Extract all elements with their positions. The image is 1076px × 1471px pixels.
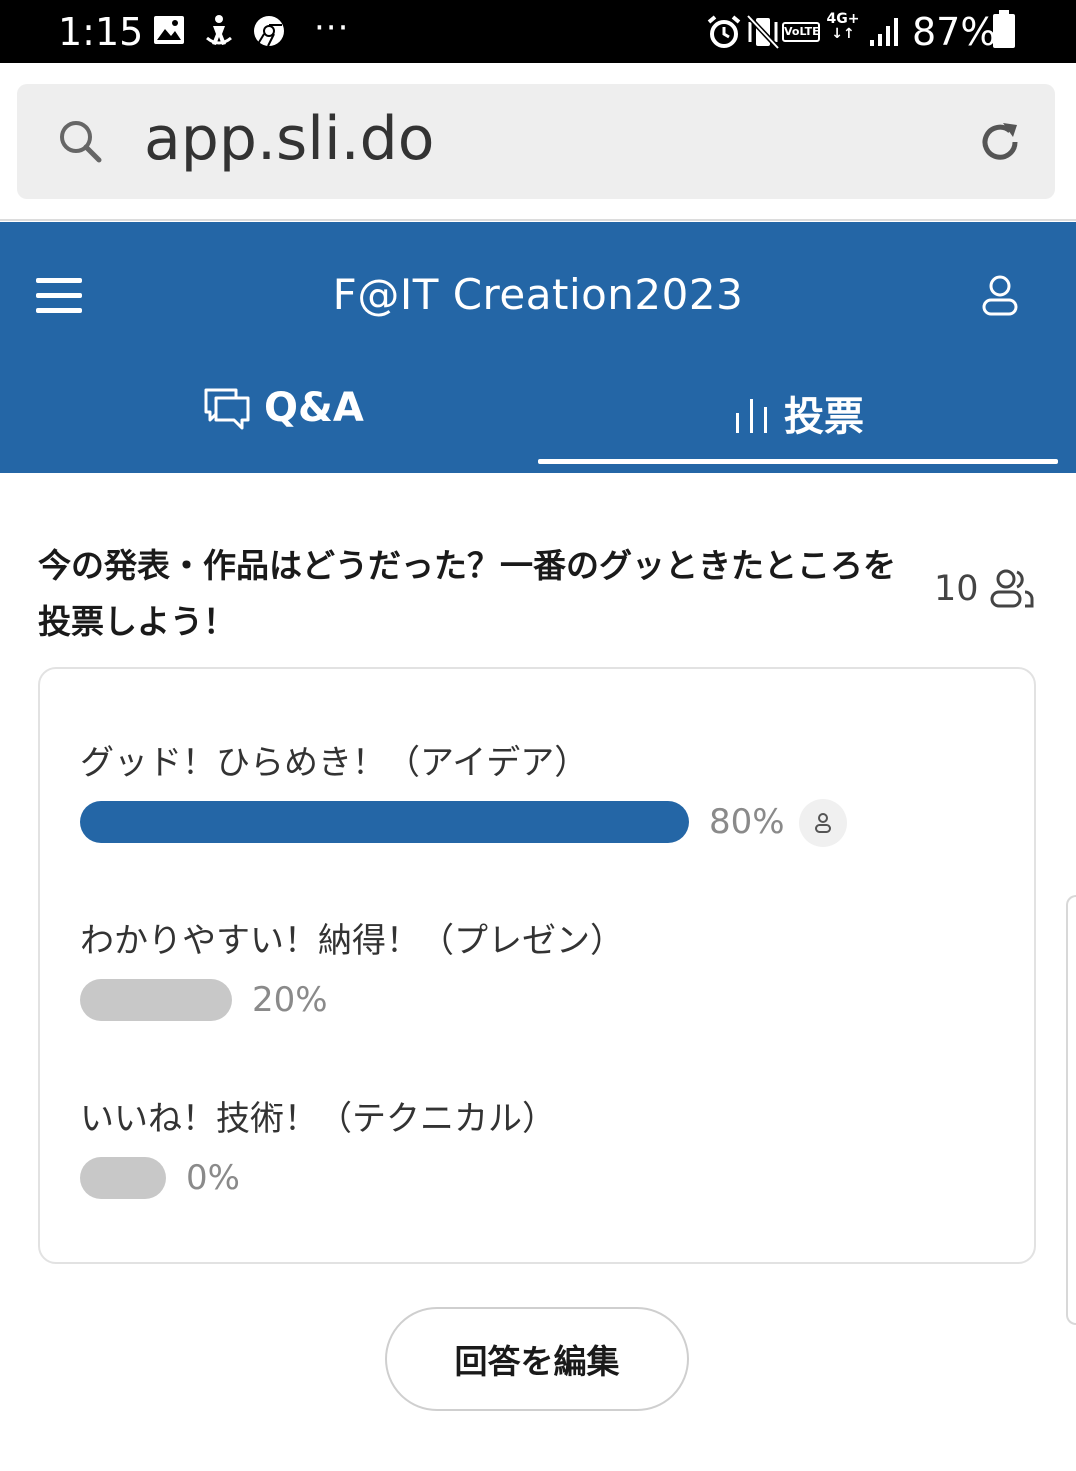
- app-header: F@IT Creation2023 Q&A 投票: [0, 222, 1076, 473]
- search-icon: [60, 121, 102, 163]
- user-icon: [815, 813, 831, 833]
- tab-polls-label: 投票: [784, 394, 864, 440]
- battery-icon: [993, 10, 1015, 48]
- participants-count: 10: [934, 568, 1035, 610]
- option-label: わかりやすい！納得！（プレゼン）: [80, 921, 624, 961]
- browser-toolbar: app.sli.do: [0, 63, 1076, 221]
- accessibility-icon: [206, 15, 232, 45]
- chat-bubbles-icon: [204, 388, 250, 430]
- bar-chart-icon: [736, 399, 767, 433]
- option-percent: 80%: [709, 802, 785, 842]
- option-label: グッド！ひらめき！（アイデア）: [80, 743, 589, 783]
- tab-qa-label: Q&A: [264, 385, 364, 431]
- poll-option: グッド！ひらめき！（アイデア） 80%: [80, 735, 1000, 847]
- option-bar: [80, 801, 689, 843]
- tab-polls[interactable]: 投票: [538, 372, 1076, 472]
- url-text: app.sli.do: [144, 104, 435, 174]
- poll-results-card: グッド！ひらめき！（アイデア） 80% わかりやすい！納得！（プレゼン） 20%…: [38, 667, 1036, 1264]
- option-bar-row: 20%: [80, 979, 1000, 1021]
- option-bar-row: 0%: [80, 1157, 1000, 1199]
- status-bar: 1:15 ··· VoLTE 4G+ ↓↑ 87%: [0, 0, 1076, 63]
- option-bar: [80, 1157, 166, 1199]
- volte-indicator: VoLTE: [782, 22, 820, 42]
- option-percent: 20%: [252, 980, 328, 1020]
- gallery-icon: [154, 16, 184, 44]
- edit-answer-button[interactable]: 回答を編集: [385, 1307, 689, 1411]
- reload-icon[interactable]: [977, 119, 1023, 165]
- active-tab-indicator: [538, 459, 1058, 464]
- network-type: 4G+ ↓↑: [826, 11, 860, 42]
- poll-option: わかりやすい！納得！（プレゼン） 20%: [80, 913, 1000, 1021]
- option-label: いいね！技術！（テクニカル）: [80, 1099, 556, 1139]
- poll-question: 今の発表・作品はどうだった？一番のグッときたところを投票しよう！: [38, 546, 896, 641]
- status-time: 1:15: [58, 10, 144, 54]
- option-bar: [80, 979, 232, 1021]
- address-bar[interactable]: app.sli.do: [17, 84, 1055, 199]
- chrome-icon: [254, 16, 284, 47]
- battery-percent: 87%: [912, 10, 997, 54]
- tab-qa[interactable]: Q&A: [0, 372, 538, 472]
- my-vote-badge: [799, 799, 847, 847]
- poll-option: いいね！技術！（テクニカル） 0%: [80, 1091, 1000, 1199]
- option-bar-row: 80%: [80, 799, 1000, 847]
- alarm-icon: [707, 15, 741, 48]
- option-percent: 0%: [186, 1158, 240, 1198]
- more-notifications-icon: ···: [314, 8, 350, 48]
- scroll-handle[interactable]: [1066, 895, 1076, 1325]
- event-title: F@IT Creation2023: [332, 270, 744, 319]
- participants-icon: [990, 569, 1034, 608]
- profile-icon[interactable]: [978, 274, 1022, 318]
- participants-number: 10: [934, 569, 979, 609]
- vibrate-mute-icon: [746, 14, 780, 50]
- signal-icon: [870, 18, 898, 46]
